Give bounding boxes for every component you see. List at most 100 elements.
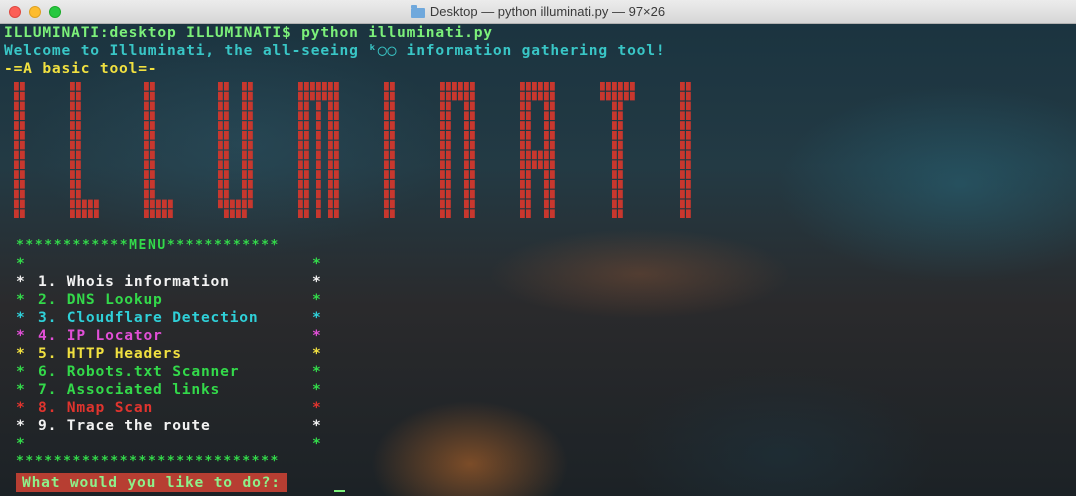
banner-block — [384, 150, 389, 160]
banner-block — [150, 101, 155, 111]
menu-item-row[interactable]: * 9. Trace the route * — [16, 417, 326, 435]
banner-block — [248, 150, 253, 160]
banner-block — [316, 101, 321, 111]
banner-block — [328, 121, 333, 130]
banner-block — [680, 140, 685, 150]
banner-block — [532, 91, 537, 101]
banner-block — [70, 140, 75, 150]
banner-block — [390, 91, 395, 101]
banner-block — [328, 199, 333, 209]
banner-block — [520, 189, 525, 199]
banner-block — [242, 160, 247, 169]
menu-item-row[interactable]: * 8. Nmap Scan * — [16, 399, 326, 417]
banner-block — [76, 140, 81, 150]
menu-item-label: 5. HTTP Headers — [38, 345, 182, 362]
banner-block — [14, 82, 19, 91]
menu-item-row[interactable]: * 1. Whois information * — [16, 273, 326, 291]
banner-block — [464, 91, 469, 101]
welcome-line: Welcome to Illuminati, the all-seeing ᵏ◯… — [4, 42, 666, 59]
banner-block — [440, 111, 445, 120]
banner-block — [14, 91, 19, 101]
banner-block — [20, 140, 25, 150]
banner-block — [686, 199, 691, 209]
text-cursor[interactable] — [334, 490, 345, 492]
menu-item-row[interactable]: * 3. Cloudflare Detection * — [16, 309, 326, 327]
maximize-button[interactable] — [49, 6, 61, 18]
menu-item-row[interactable]: * 2. DNS Lookup * — [16, 291, 326, 309]
banner-block — [88, 209, 93, 218]
menu-item-row[interactable]: * 5. HTTP Headers * — [16, 345, 326, 363]
banner-block — [218, 160, 223, 169]
menu-item-row[interactable]: * 6. Robots.txt Scanner * — [16, 363, 326, 381]
banner-block — [144, 140, 149, 150]
banner-block — [242, 121, 247, 130]
menu-right-star: * — [312, 399, 322, 416]
banner-block — [618, 180, 623, 189]
banner-block — [248, 199, 253, 209]
banner-block — [532, 150, 537, 160]
banner-block — [218, 82, 223, 91]
banner-block — [464, 82, 469, 91]
banner-block — [526, 160, 531, 169]
banner-block — [446, 199, 451, 209]
menu-bottom-border: **************************** — [16, 454, 280, 469]
banner-block — [242, 180, 247, 189]
subtitle-line: -=A basic tool=- — [4, 60, 158, 77]
banner-block — [630, 91, 635, 101]
menu-item-label: 3. Cloudflare Detection — [38, 309, 259, 326]
banner-block — [328, 180, 333, 189]
banner-block — [440, 199, 445, 209]
banner-block — [150, 91, 155, 101]
banner-block — [538, 82, 543, 91]
banner-block — [298, 91, 303, 101]
banner-block — [298, 150, 303, 160]
banner-block — [70, 101, 75, 111]
menu-item-row[interactable]: * 7. Associated links * — [16, 381, 326, 399]
banner-block — [470, 101, 475, 111]
minimize-button[interactable] — [29, 6, 41, 18]
menu-right-star: * — [312, 345, 322, 362]
banner-block — [618, 82, 623, 91]
banner-block — [544, 189, 549, 199]
banner-block — [446, 160, 451, 169]
banner-block — [532, 82, 537, 91]
banner-block — [20, 180, 25, 189]
terminal-output[interactable]: ILLUMINATI:desktop ILLUMINATI$ python il… — [0, 24, 1076, 496]
banner-block — [526, 209, 531, 218]
banner-block — [218, 140, 223, 150]
banner-block — [458, 82, 463, 91]
window-title-group: Desktop — python illuminati.py — 97×26 — [410, 4, 665, 19]
banner-block — [334, 160, 339, 169]
banner-block — [218, 189, 223, 199]
banner-block — [446, 209, 451, 218]
banner-block — [316, 82, 321, 91]
menu-right-star: * — [312, 291, 322, 308]
banner-block — [242, 131, 247, 140]
banner-block — [550, 111, 555, 120]
menu-left-star: * — [16, 399, 26, 416]
banner-block — [520, 199, 525, 209]
banner-block — [612, 150, 617, 160]
menu-item-row[interactable]: * 4. IP Locator * — [16, 327, 326, 345]
banner-block — [316, 170, 321, 179]
banner-block — [520, 180, 525, 189]
banner-block — [686, 111, 691, 120]
banner-block — [82, 199, 87, 209]
banner-block — [316, 180, 321, 189]
banner-block — [390, 101, 395, 111]
menu-left-star: * — [16, 345, 26, 362]
banner-block — [224, 160, 229, 169]
close-button[interactable] — [9, 6, 21, 18]
banner-block — [242, 189, 247, 199]
banner-block — [328, 131, 333, 140]
banner-block — [686, 121, 691, 130]
banner-block — [20, 131, 25, 140]
banner-block — [384, 180, 389, 189]
banner-block — [298, 180, 303, 189]
banner-block — [470, 170, 475, 179]
banner-block — [440, 91, 445, 101]
banner-block — [298, 160, 303, 169]
banner-block — [680, 131, 685, 140]
banner-block — [162, 199, 167, 209]
banner-block — [686, 101, 691, 111]
